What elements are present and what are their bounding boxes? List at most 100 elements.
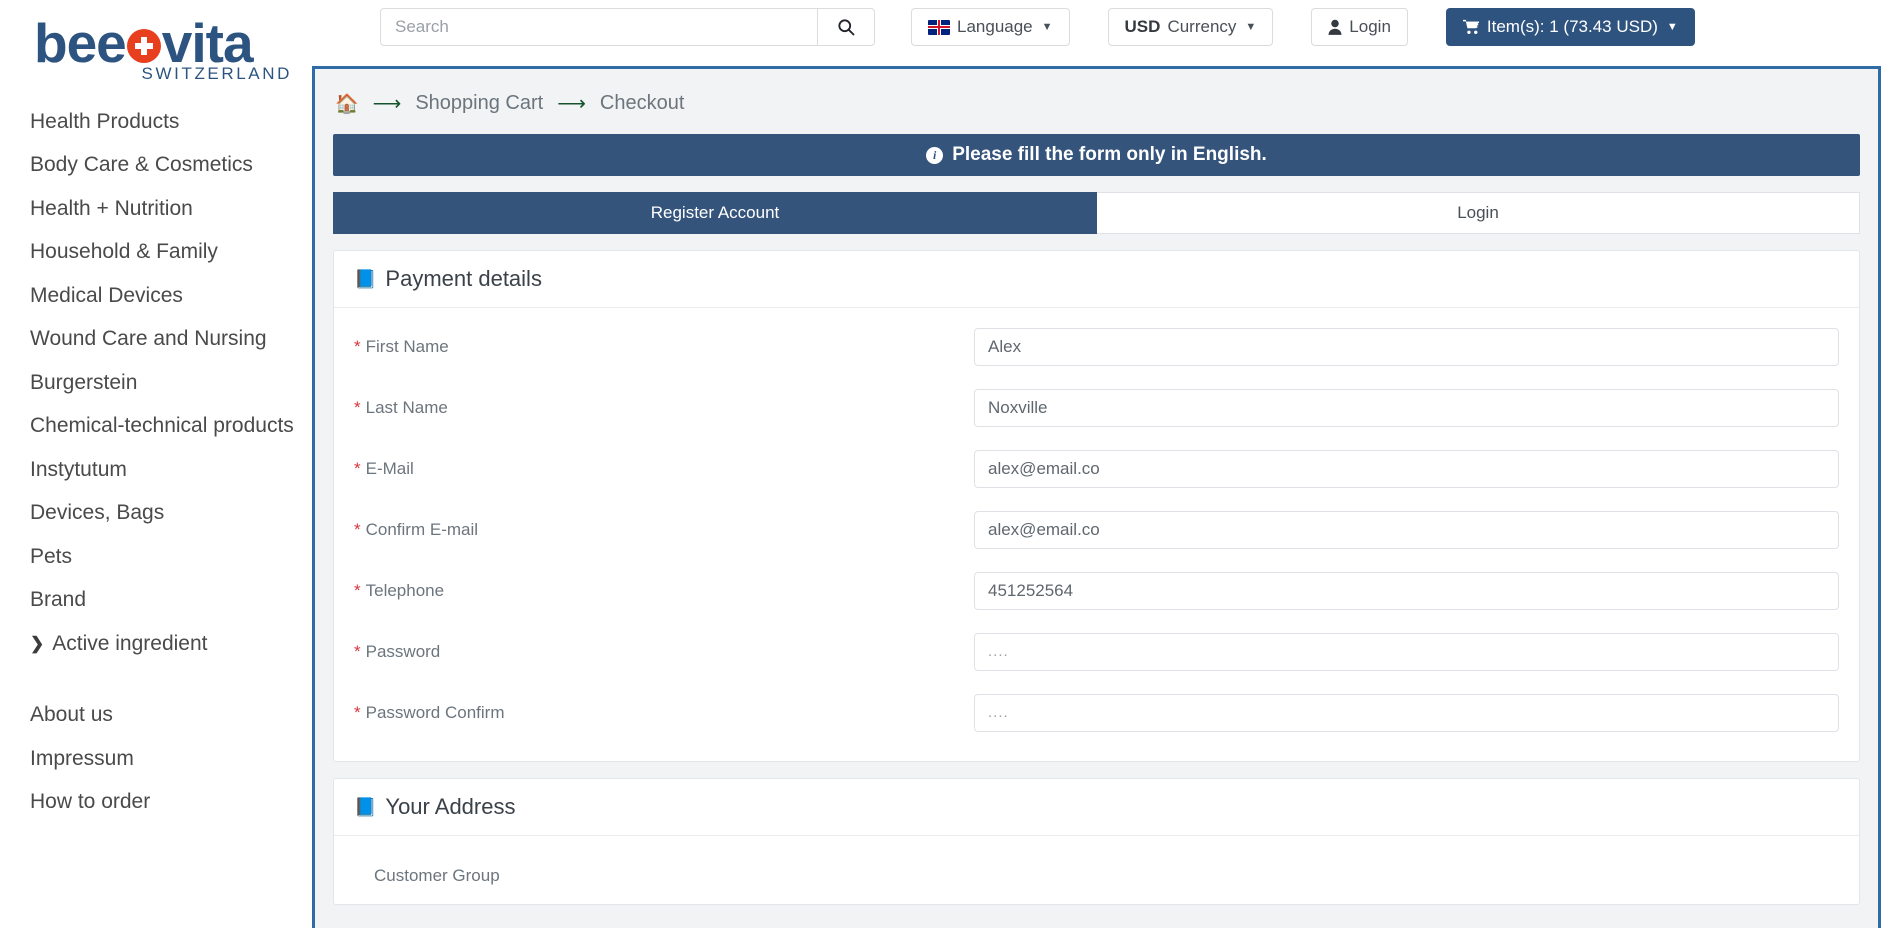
breadcrumb: 🏠 ⟶ Shopping Cart ⟶ Checkout <box>315 69 1878 134</box>
home-icon[interactable]: 🏠 <box>335 92 359 116</box>
sidebar-item-label: Health Products <box>30 109 180 133</box>
telephone-input[interactable] <box>974 571 1839 610</box>
form-row-password-confirm: * Password Confirm <box>354 682 1839 743</box>
breadcrumb-item-shopping-cart[interactable]: Shopping Cart <box>415 92 543 115</box>
your-address-card: 📘 Your Address Customer Group <box>333 778 1860 905</box>
sidebar-item-label: Health + Nutrition <box>30 196 193 220</box>
form-row-last-name: * Last Name <box>354 377 1839 438</box>
language-button-label: Language <box>957 17 1033 36</box>
payment-details-header: 📘 Payment details <box>334 251 1859 308</box>
sidebar-item-label: Body Care & Cosmetics <box>30 153 253 177</box>
first-name-input[interactable] <box>974 327 1839 366</box>
form-row-email: * E-Mail <box>354 438 1839 499</box>
top-bar: Language ▼ USD Currency ▼ Login <box>370 0 1897 54</box>
language-button[interactable]: Language ▼ <box>911 8 1070 46</box>
book-icon: 📘 <box>354 796 377 817</box>
customer-group-label: Customer Group <box>374 866 500 885</box>
main-column: Language ▼ USD Currency ▼ Login <box>312 0 1897 928</box>
book-icon: 📘 <box>354 268 377 289</box>
label-text: Last Name <box>365 397 448 417</box>
email-label: * E-Mail <box>354 459 974 479</box>
form-row-telephone: * Telephone <box>354 560 1839 621</box>
telephone-label: * Telephone <box>354 581 974 601</box>
your-address-body: Customer Group <box>334 836 1859 904</box>
search-button[interactable] <box>817 8 875 46</box>
required-asterisk: * <box>354 397 361 417</box>
shopping-cart-icon <box>1462 19 1479 34</box>
label-text: Password Confirm <box>365 702 505 722</box>
page-root: bee vita SWITZERLAND Health Products ▸ B… <box>0 0 1897 928</box>
password-label: * Password <box>354 642 974 662</box>
first-name-label: * First Name <box>354 337 974 357</box>
required-asterisk: * <box>354 458 361 478</box>
label-text: Password <box>365 641 441 661</box>
account-tabs: Register Account Login <box>333 192 1860 234</box>
chevron-down-icon: ▼ <box>1245 21 1257 33</box>
payment-details-title: Payment details <box>385 266 542 291</box>
tab-label: Register Account <box>650 203 780 222</box>
chevron-right-icon: ❯ <box>30 633 45 653</box>
required-asterisk: * <box>354 702 361 722</box>
payment-details-card: 📘 Payment details * First Name * <box>333 250 1860 762</box>
sidebar-item-label: Brand <box>30 588 87 612</box>
sidebar-item-label: How to order <box>30 790 151 814</box>
confirm-email-label: * Confirm E-mail <box>354 520 974 540</box>
email-input[interactable] <box>974 449 1839 488</box>
currency-button[interactable]: USD Currency ▼ <box>1107 8 1274 46</box>
sidebar-item-label: Burgerstein <box>30 370 138 394</box>
your-address-title: Your Address <box>385 794 516 819</box>
user-icon <box>1328 19 1342 35</box>
your-address-header: 📘 Your Address <box>334 779 1859 836</box>
form-row-first-name: * First Name <box>354 316 1839 377</box>
login-button[interactable]: Login <box>1311 8 1408 46</box>
required-asterisk: * <box>354 580 361 600</box>
language-notice-alert: i Please fill the form only in English. <box>333 134 1860 176</box>
sidebar-item-label: Household & Family <box>30 240 218 264</box>
login-button-label: Login <box>1349 17 1391 36</box>
cart-button-label: Item(s): 1 (73.43 USD) <box>1486 17 1658 36</box>
uk-flag-icon <box>928 19 950 35</box>
checkout-content-region: 🏠 ⟶ Shopping Cart ⟶ Checkout i Please fi… <box>312 66 1881 928</box>
required-asterisk: * <box>354 641 361 661</box>
tab-label: Login <box>1457 203 1499 222</box>
tab-login[interactable]: Login <box>1097 192 1860 234</box>
currency-button-label: Currency <box>1167 17 1237 36</box>
password-input[interactable] <box>974 632 1839 671</box>
tab-register-account[interactable]: Register Account <box>333 192 1097 234</box>
sidebar-item-label: Wound Care and Nursing <box>30 327 267 351</box>
arrow-right-icon: ⟶ <box>372 93 402 115</box>
last-name-label: * Last Name <box>354 398 974 418</box>
label-text: Confirm E-mail <box>365 519 479 539</box>
sidebar-item-label: Active ingredient <box>52 631 208 655</box>
sidebar-item-label: Devices, Bags <box>30 501 165 525</box>
breadcrumb-item-checkout[interactable]: Checkout <box>600 92 685 115</box>
chevron-down-icon: ▼ <box>1666 21 1678 33</box>
sidebar-item-label: Chemical-technical products <box>30 414 294 438</box>
cart-button[interactable]: Item(s): 1 (73.43 USD) ▼ <box>1445 8 1695 46</box>
required-asterisk: * <box>354 336 361 356</box>
search-group <box>380 8 875 46</box>
label-text: E-Mail <box>365 458 414 478</box>
currency-code: USD <box>1124 17 1161 36</box>
sidebar-item-label: Instytutum <box>30 457 127 481</box>
confirm-email-input[interactable] <box>974 510 1839 549</box>
sidebar-item-label: Pets <box>30 544 73 568</box>
alert-text: Please fill the form only in English. <box>952 144 1267 165</box>
search-input[interactable] <box>380 8 817 46</box>
chevron-down-icon: ▼ <box>1041 21 1053 33</box>
password-confirm-input[interactable] <box>974 693 1839 732</box>
required-asterisk: * <box>354 519 361 539</box>
sidebar-item-label: Impressum <box>30 746 134 770</box>
sidebar-item-label: Medical Devices <box>30 283 183 307</box>
form-row-password: * Password <box>354 621 1839 682</box>
info-circle-icon: i <box>926 146 944 164</box>
last-name-input[interactable] <box>974 388 1839 427</box>
payment-details-body: * First Name * Last Name <box>334 308 1859 761</box>
logo-text-before: bee <box>34 12 127 74</box>
label-text: Telephone <box>365 580 445 600</box>
form-row-confirm-email: * Confirm E-mail <box>354 499 1839 560</box>
password-confirm-label: * Password Confirm <box>354 703 974 723</box>
arrow-right-icon: ⟶ <box>557 93 586 115</box>
sidebar-item-label: About us <box>30 703 113 727</box>
swiss-cross-icon <box>126 29 161 63</box>
